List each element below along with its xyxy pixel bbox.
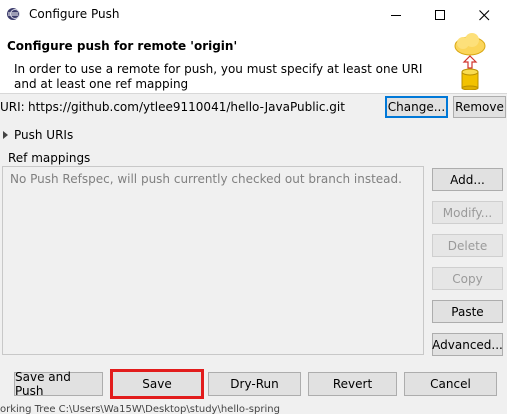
maximize-icon — [434, 9, 445, 20]
eclipse-app-icon — [7, 8, 20, 20]
save-and-push-button[interactable]: Save and Push — [14, 370, 103, 398]
advanced-button[interactable]: Advanced... — [432, 333, 503, 356]
uri-label: URI: — [0, 100, 25, 114]
ref-mappings-list[interactable]: No Push Refspec, will push currently che… — [2, 166, 424, 355]
title-bar: Configure Push — [0, 0, 507, 30]
maximize-button[interactable] — [418, 0, 462, 30]
modify-refspec-button[interactable]: Modify... — [432, 201, 503, 224]
paste-refspec-button[interactable]: Paste — [432, 300, 503, 323]
header-description: In order to use a remote for push, you m… — [14, 62, 423, 91]
cloud-upload-database-icon — [454, 33, 486, 90]
push-uris-toggle[interactable]: Push URIs — [3, 128, 73, 142]
push-uris-label: Push URIs — [14, 128, 74, 142]
ref-mappings-label: Ref mappings — [8, 151, 91, 165]
change-uri-button[interactable]: Change... — [385, 96, 448, 118]
minimize-button[interactable] — [374, 0, 418, 30]
dry-run-button[interactable]: Dry-Run — [208, 372, 301, 396]
remove-uri-button[interactable]: Remove — [453, 96, 506, 118]
header-banner: Configure push for remote 'origin' In or… — [0, 30, 507, 94]
window-title: Configure Push — [29, 7, 120, 21]
save-button[interactable]: Save — [110, 369, 204, 399]
ref-mappings-empty-text: No Push Refspec, will push currently che… — [10, 172, 402, 186]
close-icon — [478, 9, 489, 20]
expand-arrow-icon — [3, 131, 8, 139]
page-title: Configure push for remote 'origin' — [7, 39, 238, 53]
close-button[interactable] — [462, 0, 506, 30]
copy-refspec-button[interactable]: Copy — [432, 267, 503, 290]
cancel-button[interactable]: Cancel — [404, 372, 497, 396]
revert-button[interactable]: Revert — [308, 372, 397, 396]
uri-value: https://github.com/ytlee9110041/hello-Ja… — [28, 100, 345, 114]
minimize-icon — [390, 14, 401, 16]
background-status-line: orking Tree C:\Users\Wa15W\Desktop\study… — [0, 404, 280, 414]
add-refspec-button[interactable]: Add... — [432, 168, 503, 191]
delete-refspec-button[interactable]: Delete — [432, 234, 503, 257]
